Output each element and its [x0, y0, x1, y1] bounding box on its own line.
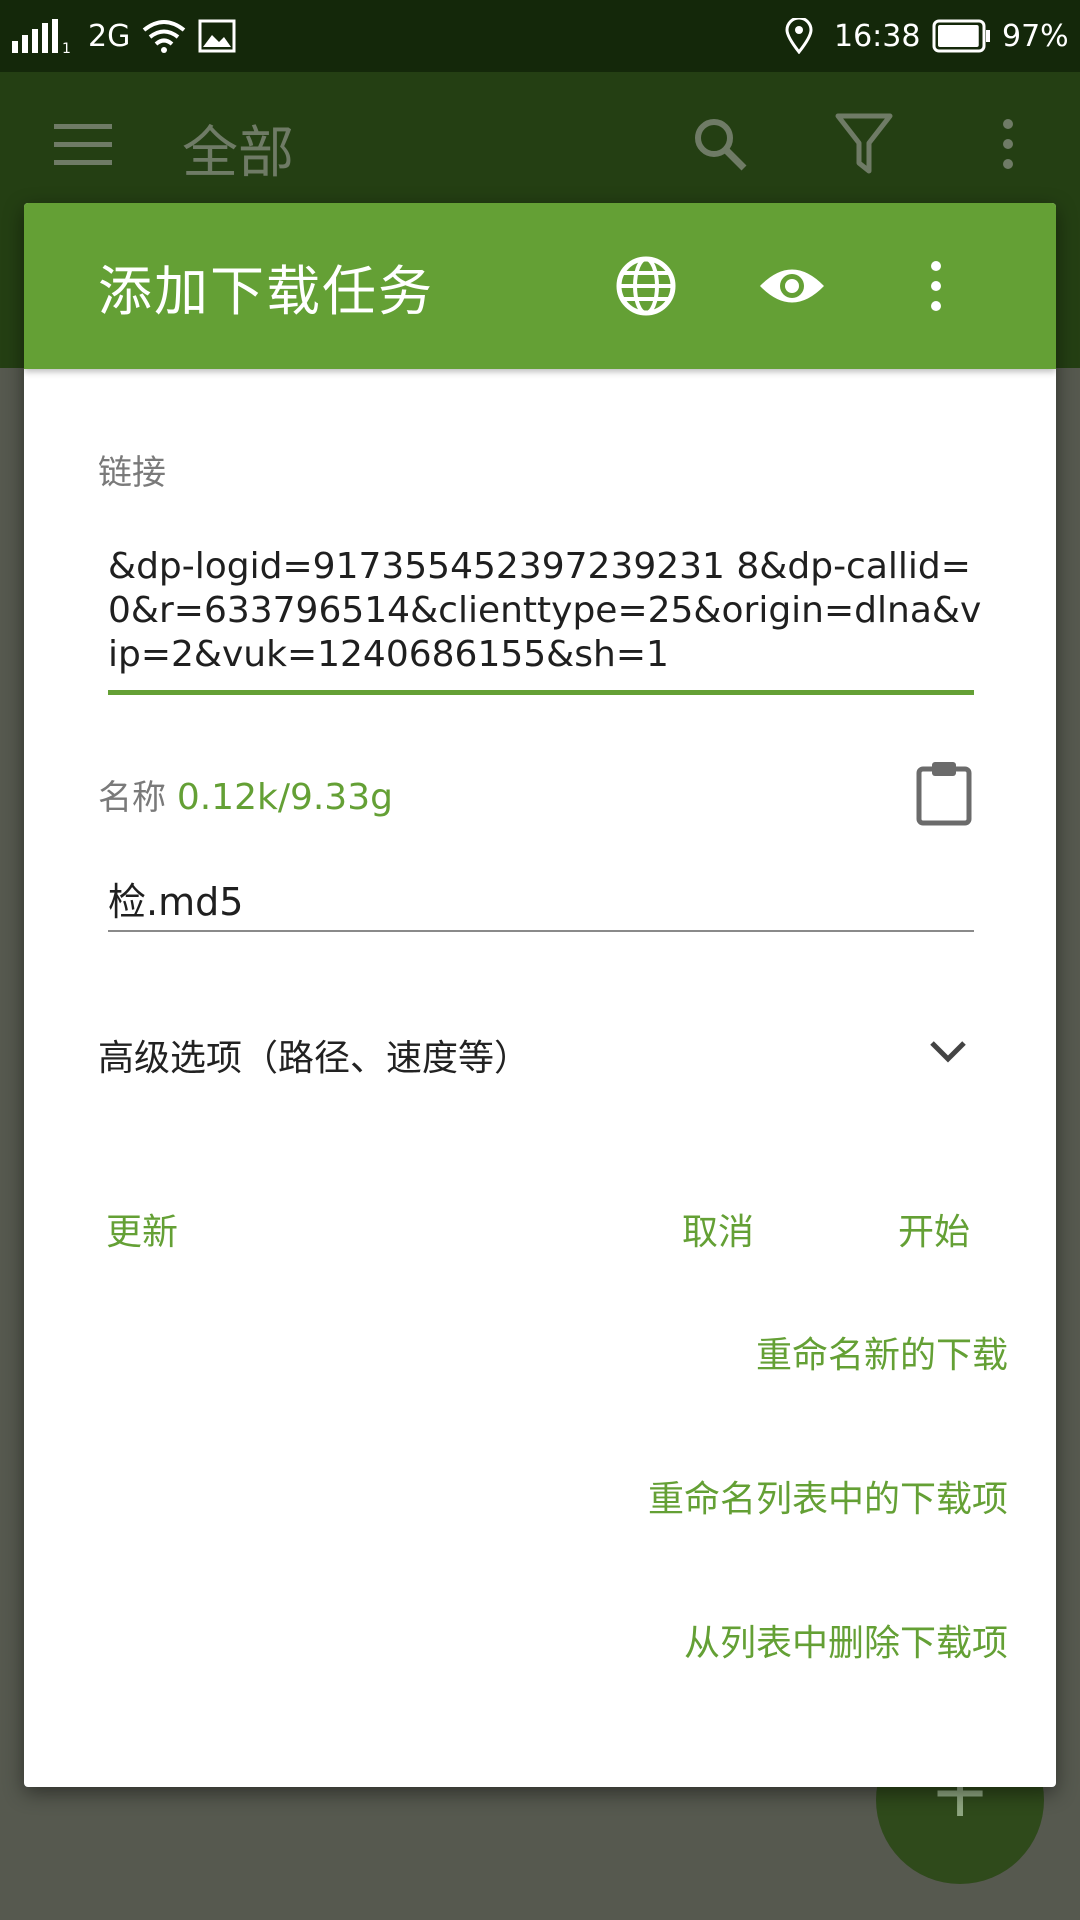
battery-icon	[932, 0, 992, 72]
location-icon	[784, 0, 814, 72]
eye-icon[interactable]	[752, 246, 832, 326]
chevron-down-icon[interactable]	[924, 1027, 972, 1075]
name-size-stat: 0.12k/9.33g	[176, 777, 393, 818]
menu-icon[interactable]	[44, 104, 124, 184]
more-vert-icon[interactable]	[896, 246, 976, 326]
filter-icon[interactable]	[824, 104, 904, 184]
wifi-icon	[142, 0, 186, 72]
cancel-button[interactable]: 取消	[682, 1203, 754, 1255]
rename-new-download-item[interactable]: 重命名新的下载	[756, 1326, 1008, 1378]
clipboard-icon[interactable]	[904, 753, 984, 833]
signal-icon: 1	[12, 0, 74, 72]
name-input-underline	[108, 930, 974, 932]
name-input[interactable]: 检.md5	[108, 871, 243, 926]
remove-from-list-item[interactable]: 从列表中删除下载项	[684, 1614, 1008, 1666]
name-label: 名称	[98, 778, 166, 818]
start-button[interactable]: 开始	[898, 1203, 970, 1255]
svg-text:1: 1	[62, 41, 71, 53]
add-download-dialog: 添加下载任务 链接 &dp-logid=917355452397239231 8…	[24, 203, 1056, 1787]
link-label: 链接	[98, 453, 166, 493]
more-vert-icon[interactable]	[968, 104, 1048, 184]
update-button[interactable]: 更新	[106, 1203, 178, 1255]
globe-icon[interactable]	[606, 246, 686, 326]
battery-percent: 97%	[1002, 18, 1069, 54]
status-bar: 1 2G 16:38 97%	[0, 0, 1080, 72]
link-input-underline	[108, 690, 974, 695]
network-type: 2G	[88, 18, 131, 54]
dialog-header: 添加下载任务	[24, 203, 1056, 369]
name-label-row: 名称 0.12k/9.33g	[98, 770, 393, 819]
link-input[interactable]: &dp-logid=917355452397239231 8&dp-callid…	[108, 545, 988, 677]
dialog-title: 添加下载任务	[98, 260, 434, 323]
status-time: 16:38	[834, 18, 921, 54]
advanced-options-toggle[interactable]: 高级选项（路径、速度等）	[98, 1029, 530, 1081]
image-icon	[198, 0, 236, 72]
rename-list-download-item[interactable]: 重命名列表中的下载项	[648, 1470, 1008, 1522]
search-icon[interactable]	[680, 104, 760, 184]
app-bar-title: 全部	[182, 121, 294, 186]
